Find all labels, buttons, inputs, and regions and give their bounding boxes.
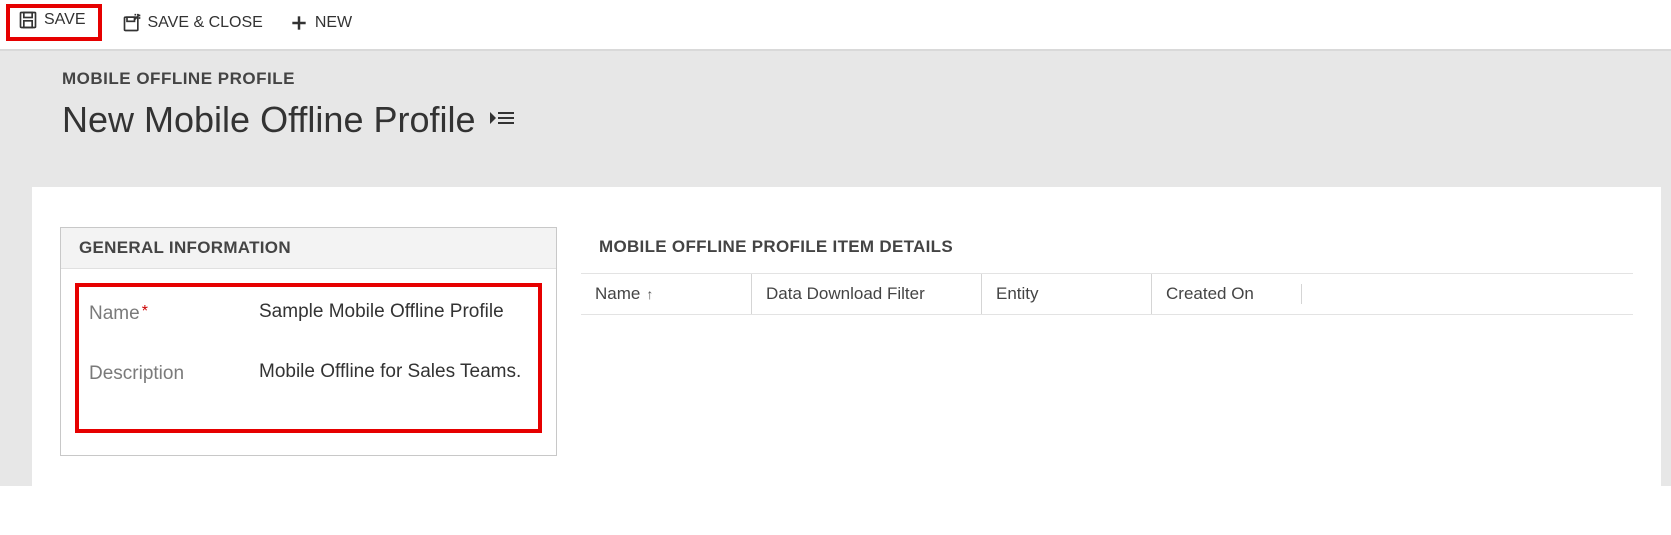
item-details-header: MOBILE OFFLINE PROFILE ITEM DETAILS <box>581 227 1633 273</box>
name-field[interactable]: Sample Mobile Offline Profile <box>259 301 528 323</box>
item-details-panel: MOBILE OFFLINE PROFILE ITEM DETAILS Name… <box>581 227 1633 315</box>
command-bar: SAVE SAVE & CLOSE NEW <box>0 0 1671 51</box>
save-close-button-label: SAVE & CLOSE <box>148 14 263 32</box>
highlight-save-button: SAVE <box>6 4 102 41</box>
save-and-close-button[interactable]: SAVE & CLOSE <box>116 11 269 35</box>
column-header-entity[interactable]: Entity <box>981 274 1151 314</box>
highlight-form-fields: Name* Sample Mobile Offline Profile Desc… <box>75 283 542 433</box>
general-information-panel: GENERAL INFORMATION Name* Sample Mobile … <box>60 227 557 456</box>
save-icon <box>18 10 38 30</box>
page-title: New Mobile Offline Profile <box>62 99 476 141</box>
new-button-label: NEW <box>315 14 352 32</box>
description-field-row: Description Mobile Offline for Sales Tea… <box>89 361 528 385</box>
name-label-text: Name <box>89 303 140 324</box>
column-header-name[interactable]: Name ↑ <box>581 274 751 314</box>
breadcrumb: MOBILE OFFLINE PROFILE <box>62 69 1671 89</box>
form-selector-icon[interactable] <box>490 109 514 132</box>
new-button[interactable]: NEW <box>283 11 358 35</box>
record-title-row: New Mobile Offline Profile <box>62 99 1671 141</box>
column-header-data-download-filter[interactable]: Data Download Filter <box>751 274 981 314</box>
sort-ascending-icon: ↑ <box>646 286 653 302</box>
general-info-header: GENERAL INFORMATION <box>61 228 556 269</box>
description-field[interactable]: Mobile Offline for Sales Teams. <box>259 361 528 383</box>
content-area: GENERAL INFORMATION Name* Sample Mobile … <box>0 187 1671 486</box>
record-header: MOBILE OFFLINE PROFILE New Mobile Offlin… <box>0 51 1671 187</box>
column-name-label: Name <box>595 284 640 304</box>
name-field-row: Name* Sample Mobile Offline Profile <box>89 301 528 325</box>
column-header-blank <box>1301 284 1633 304</box>
grid-header-row: Name ↑ Data Download Filter Entity Creat… <box>581 273 1633 315</box>
column-header-created-on[interactable]: Created On <box>1151 274 1301 314</box>
required-star-icon: * <box>142 303 148 320</box>
save-button-label: SAVE <box>44 11 86 29</box>
name-label: Name* <box>89 301 259 325</box>
save-close-icon <box>122 13 142 33</box>
save-button[interactable]: SAVE <box>12 8 92 32</box>
description-label: Description <box>89 361 259 385</box>
plus-icon <box>289 13 309 33</box>
